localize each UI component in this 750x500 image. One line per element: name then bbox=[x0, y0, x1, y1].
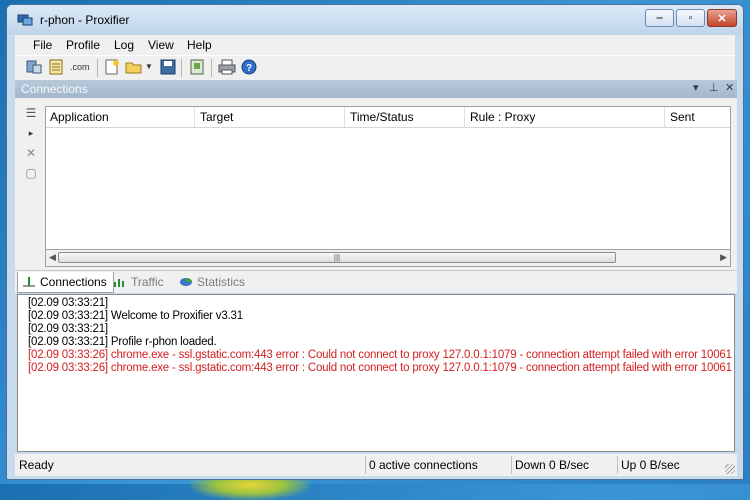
log-panel[interactable]: [02.09 03:33:21] [02.09 03:33:21] Welcom… bbox=[17, 294, 735, 452]
minimize-button[interactable]: ‒ bbox=[645, 9, 674, 27]
active-connections-count: 0 active connections bbox=[369, 458, 478, 472]
minimize-icon: ‒ bbox=[656, 12, 663, 24]
panel-menu-icon[interactable]: ▾ bbox=[693, 81, 699, 94]
column-rule-proxy[interactable]: Rule : Proxy bbox=[470, 110, 535, 124]
status-ready: Ready bbox=[19, 458, 54, 472]
connections-panel-title: Connections bbox=[21, 82, 88, 96]
print-icon[interactable] bbox=[218, 59, 236, 75]
horizontal-scrollbar[interactable]: ◀ ||| ▶ bbox=[45, 250, 731, 267]
advanced-icon[interactable] bbox=[188, 59, 206, 75]
log-line: [02.09 03:33:21] Profile r-phon loaded. bbox=[28, 336, 217, 348]
maximize-icon: ▫ bbox=[688, 12, 693, 24]
column-divider bbox=[464, 107, 465, 127]
tab-connections-label: Connections bbox=[40, 275, 107, 289]
connections-panel-header: Connections ▾ ⊥ ✕ bbox=[15, 80, 737, 98]
column-time-status[interactable]: Time/Status bbox=[350, 110, 414, 124]
toolbar-separator bbox=[211, 59, 212, 77]
pin-icon[interactable]: ⊥ bbox=[709, 81, 719, 94]
svg-text:.com: .com bbox=[70, 62, 90, 72]
title-bar[interactable]: r-phon - Proxifier ‒ ▫ ✕ bbox=[7, 5, 743, 35]
log-line-error: [02.09 03:33:26] chrome.exe - ssl.gstati… bbox=[28, 349, 732, 361]
connection-details-icon[interactable]: ▢ bbox=[19, 164, 43, 182]
log-line: [02.09 03:33:21] bbox=[28, 297, 108, 309]
proxy-servers-icon[interactable] bbox=[25, 59, 43, 75]
download-rate: Down 0 B/sec bbox=[515, 458, 590, 472]
help-icon[interactable]: ? bbox=[240, 59, 258, 75]
menu-view[interactable]: View bbox=[148, 38, 174, 52]
dropdown-arrow-icon[interactable]: ▼ bbox=[145, 62, 153, 78]
tab-traffic-label: Traffic bbox=[131, 275, 164, 289]
tab-statistics-label: Statistics bbox=[197, 275, 246, 289]
menu-bar: File Profile Log View Help bbox=[15, 35, 735, 55]
open-profile-icon[interactable] bbox=[125, 59, 143, 75]
log-line: [02.09 03:33:21] bbox=[28, 323, 108, 335]
save-profile-icon[interactable] bbox=[159, 59, 177, 75]
status-bar: Ready 0 active connections Down 0 B/sec … bbox=[15, 454, 737, 476]
proxifier-app-icon bbox=[17, 14, 33, 26]
traffic-tab-icon bbox=[114, 279, 124, 287]
scroll-left-icon[interactable]: ◀ bbox=[49, 252, 56, 263]
column-divider bbox=[664, 107, 665, 127]
status-divider bbox=[365, 456, 366, 474]
menu-help[interactable]: Help bbox=[187, 38, 212, 52]
scrollbar-thumb[interactable]: ||| bbox=[58, 252, 616, 263]
log-line-error: [02.09 03:33:26] chrome.exe - ssl.gstati… bbox=[28, 362, 732, 374]
proxifier-window: r-phon - Proxifier ‒ ▫ ✕ File Profile Lo… bbox=[6, 4, 744, 480]
close-button[interactable]: ✕ bbox=[707, 9, 737, 27]
log-line: [02.09 03:33:21] Welcome to Proxifier v3… bbox=[28, 310, 243, 322]
connections-panel: ☰ ▸ ✕ ▢ Application Target Time/Status R… bbox=[15, 98, 737, 270]
column-divider bbox=[344, 107, 345, 127]
connections-column-header: Application Target Time/Status Rule : Pr… bbox=[46, 107, 730, 128]
toolbar: .com ▼ ? bbox=[15, 55, 735, 80]
toolbar-separator bbox=[181, 59, 182, 77]
close-connection-icon[interactable]: ✕ bbox=[19, 144, 43, 162]
status-divider bbox=[511, 456, 512, 474]
svg-text:?: ? bbox=[246, 63, 252, 74]
name-resolution-icon[interactable]: .com bbox=[69, 59, 93, 75]
tab-traffic[interactable]: Traffic bbox=[113, 272, 164, 292]
menu-file[interactable]: File bbox=[33, 38, 52, 52]
menu-log[interactable]: Log bbox=[114, 38, 134, 52]
status-divider bbox=[617, 456, 618, 474]
expand-arrow-icon[interactable]: ▸ bbox=[19, 124, 43, 142]
columns-icon[interactable]: ☰ bbox=[19, 104, 43, 122]
upload-rate: Up 0 B/sec bbox=[621, 458, 680, 472]
bottom-tabs: Connections Traffic Statistics bbox=[15, 270, 737, 293]
new-profile-icon[interactable] bbox=[103, 59, 121, 75]
tab-statistics[interactable]: Statistics bbox=[179, 272, 245, 292]
statistics-tab-icon bbox=[180, 278, 192, 286]
resize-grip[interactable] bbox=[725, 464, 735, 474]
scroll-right-icon[interactable]: ▶ bbox=[720, 252, 727, 263]
column-sent[interactable]: Sent bbox=[670, 110, 695, 124]
maximize-button[interactable]: ▫ bbox=[676, 9, 705, 27]
proxification-rules-icon[interactable] bbox=[47, 59, 65, 75]
connections-list[interactable]: Application Target Time/Status Rule : Pr… bbox=[45, 106, 731, 250]
column-target[interactable]: Target bbox=[200, 110, 233, 124]
window-title: r-phon - Proxifier bbox=[40, 13, 130, 27]
connections-tab-icon bbox=[23, 277, 35, 287]
toolbar-separator bbox=[97, 59, 98, 77]
connection-side-toolbar: ☰ ▸ ✕ ▢ bbox=[19, 104, 43, 184]
close-icon: ✕ bbox=[717, 12, 727, 25]
tab-connections[interactable]: Connections bbox=[17, 272, 114, 293]
column-application[interactable]: Application bbox=[50, 110, 109, 124]
column-divider bbox=[194, 107, 195, 127]
menu-profile[interactable]: Profile bbox=[66, 38, 100, 52]
panel-close-icon[interactable]: ✕ bbox=[725, 81, 734, 94]
